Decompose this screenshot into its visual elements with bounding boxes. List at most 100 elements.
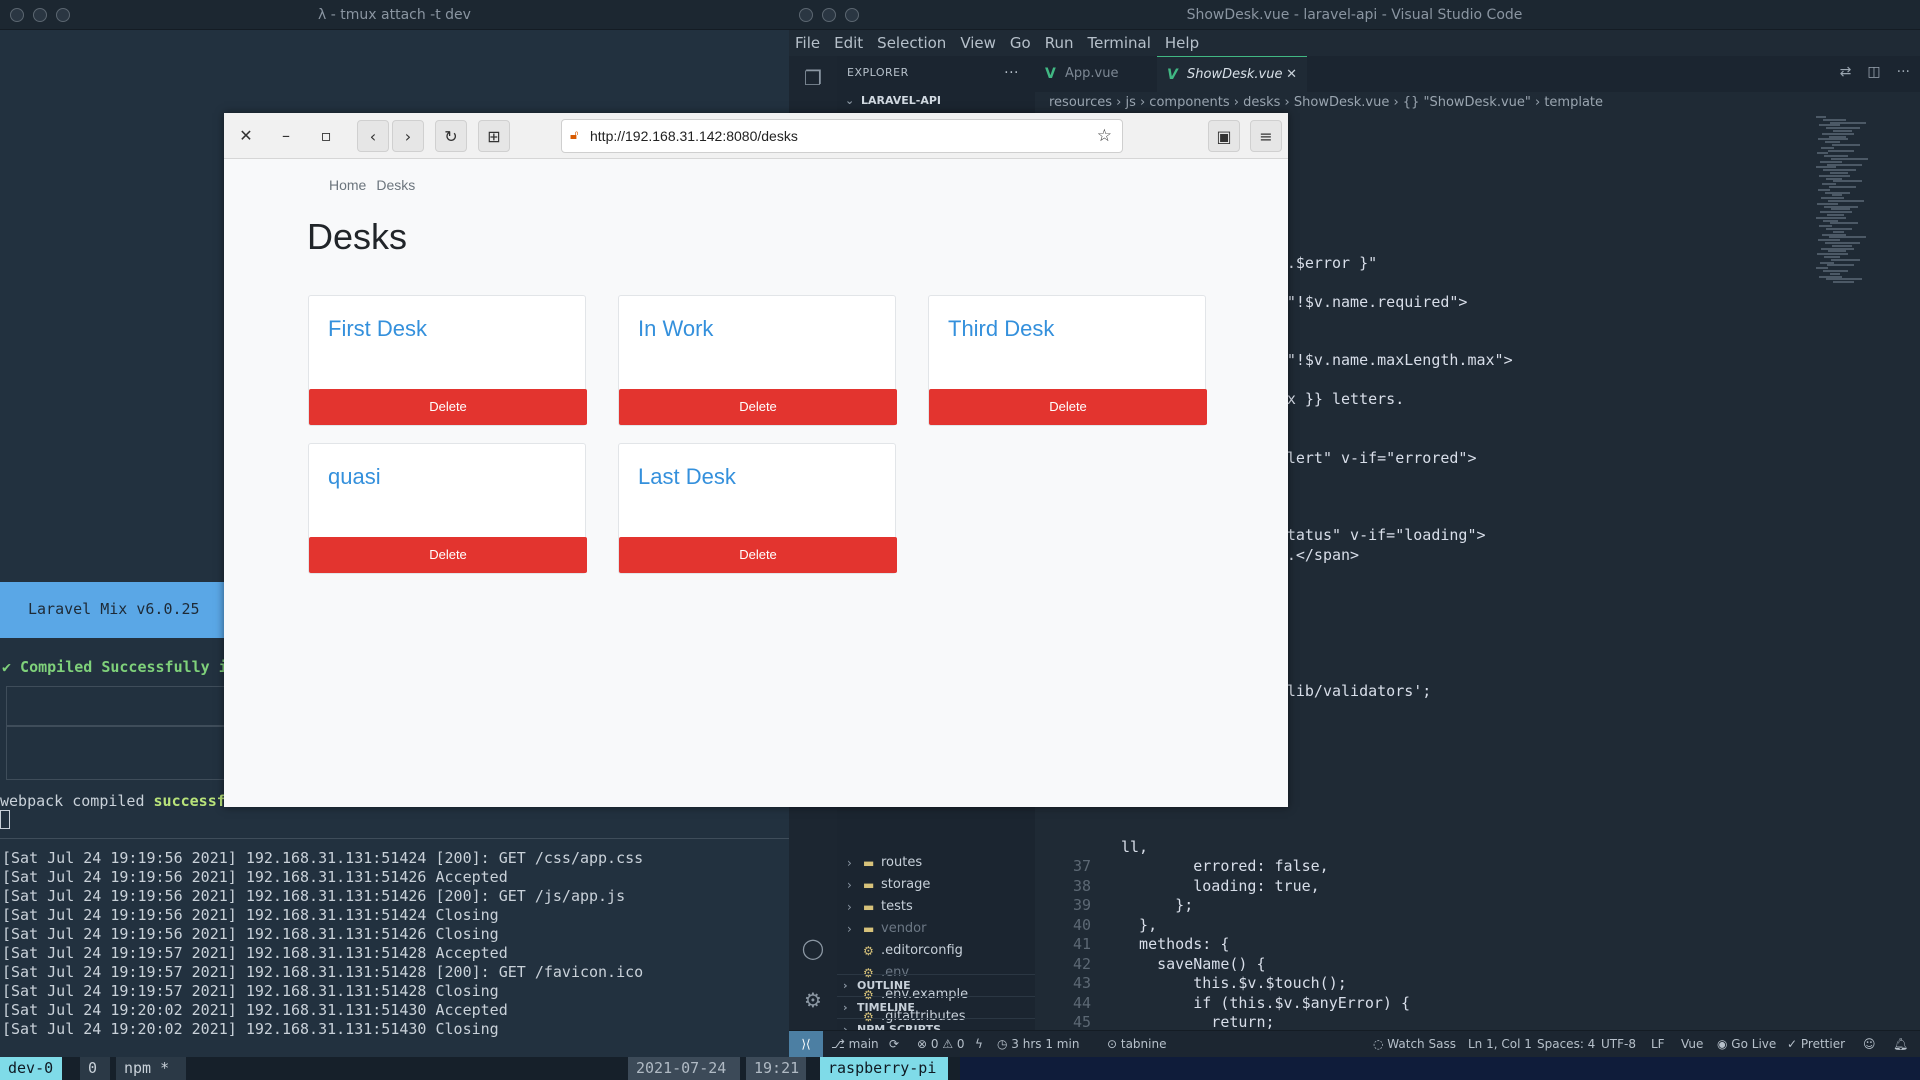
desk-name-link[interactable]: quasi [328,464,381,490]
problems-item[interactable]: ⊗ 0 ⚠ 0 [917,1031,965,1057]
desk-name-link[interactable]: Third Desk [948,316,1054,342]
encoding[interactable]: UTF-8 [1601,1031,1636,1057]
tree-item-label: vendor [881,921,927,936]
sync-icon[interactable]: ⟳ [889,1031,899,1057]
tabnine-item[interactable]: ⊙ tabnine [1107,1031,1166,1057]
minimap-line [1824,155,1848,158]
prettier-label: Prettier [1800,1037,1846,1051]
lightning-icon[interactable]: ϟ [975,1031,983,1057]
line-number: 41 [1072,935,1091,954]
maximize-icon[interactable]: ▫ [310,120,342,152]
tab-app-vue[interactable]: V App.vue [1035,56,1157,92]
outline-section[interactable]: › OUTLINE [837,974,1035,996]
sidebar-toggle-button[interactable]: ▣ [1208,120,1240,152]
log-line: [Sat Jul 24 19:19:57 2021] 192.168.31.13… [2,982,499,1000]
delete-button[interactable]: Delete [309,389,587,425]
back-button[interactable]: ‹ [357,120,389,152]
tree-item[interactable]: › ▬ vendor [837,918,1035,940]
server-log: [Sat Jul 24 19:19:56 2021] 192.168.31.13… [2,849,643,1039]
reload-button[interactable]: ↻ [435,120,467,152]
close-tab-icon[interactable]: ✕ [1286,57,1297,93]
pane-divider[interactable] [0,838,789,839]
open-changes-icon[interactable]: ⇄ [1840,64,1852,80]
chevron-right-icon: › [843,979,848,992]
minimap-line [1822,233,1846,236]
menu-item[interactable]: View [960,30,996,56]
indentation[interactable]: Spaces: 4 [1537,1031,1595,1057]
menu-item[interactable]: Edit [834,30,863,56]
minimap-line [1816,166,1836,169]
desk-card: quasi Delete [308,443,587,574]
tab-showdesk-vue[interactable]: V ShowDesk.vue ✕ [1157,56,1307,92]
code-text: return; [1121,1013,1275,1032]
desk-card: Third Desk Delete [928,295,1207,426]
branch-item[interactable]: ⎇ main [831,1031,879,1057]
hamburger-menu-button[interactable]: ≡ [1250,120,1282,152]
page-title: Desks [307,216,408,257]
desk-name-link[interactable]: First Desk [328,316,427,342]
code-text: this.$v.$touch(); [1121,974,1347,993]
menu-item[interactable]: Selection [877,30,946,56]
menu-item[interactable]: Help [1165,30,1199,56]
tab-label: App.vue [1065,66,1119,81]
new-tab-button[interactable]: ⊞ [478,120,510,152]
close-icon[interactable]: ✕ [230,120,262,152]
tree-item[interactable]: › ▬ tests [837,896,1035,918]
prettier-item[interactable]: ✓ Prettier [1787,1031,1845,1057]
forward-button[interactable]: › [392,120,424,152]
remote-icon[interactable]: ⟩⟨ [789,1031,823,1057]
url-bar[interactable]: 🔓︎ http://192.168.31.142:8080/desks ☆ [561,119,1123,153]
breadcrumb-desks[interactable]: Desks [376,177,415,193]
bookmark-star-icon[interactable]: ☆ [1097,126,1112,146]
more-actions-icon[interactable]: ··· [1897,64,1910,80]
delete-button[interactable]: Delete [619,389,897,425]
desk-card: In Work Delete [618,295,897,426]
tree-item[interactable]: ⚙ .editorconfig [837,940,1035,962]
minimap-line [1820,160,1842,163]
code-text: saveName() { [1121,954,1266,973]
timeline-section[interactable]: › TIMELINE [837,996,1035,1018]
more-actions-icon[interactable]: ··· [1004,56,1019,90]
watch-sass-item[interactable]: ◌ Watch Sass [1373,1031,1456,1057]
menu-item[interactable]: Go [1010,30,1031,56]
menu-item[interactable]: Run [1045,30,1074,56]
vue-file-icon: V [1045,66,1056,82]
notifications-bell-icon[interactable]: 🔔︎ [1893,1031,1908,1057]
desk-name-link[interactable]: Last Desk [638,464,736,490]
feedback-icon[interactable]: ☺ [1863,1031,1876,1057]
time-tracker[interactable]: ◷ 3 hrs 1 min [997,1031,1079,1057]
minimap-line [1829,236,1866,239]
log-line: [Sat Jul 24 19:19:56 2021] 192.168.31.13… [2,906,499,924]
insecure-lock-icon[interactable]: 🔓︎ [570,128,586,144]
minimap[interactable] [1810,116,1920,286]
desk-name-link[interactable]: In Work [638,316,713,342]
end-of-line[interactable]: LF [1651,1031,1665,1057]
minimap-line [1828,200,1864,202]
language-mode[interactable]: Vue [1681,1031,1703,1057]
breadcrumb-home[interactable]: Home [329,177,366,193]
minimize-icon[interactable]: – [270,120,302,152]
split-editor-icon[interactable]: ◫ [1867,64,1880,80]
delete-button[interactable]: Delete [309,537,587,573]
cursor-position[interactable]: Ln 1, Col 1 [1468,1031,1532,1057]
compiled-message: ✔ Compiled Successfully i [2,658,228,676]
terminal-table-box [6,726,226,780]
go-live-item[interactable]: ◉ Go Live [1717,1031,1776,1057]
tree-item[interactable]: › ▬ routes [837,852,1035,874]
menu-item[interactable]: File [795,30,820,56]
url-text[interactable]: http://192.168.31.142:8080/desks [590,128,798,144]
account-icon[interactable]: ◯ [801,936,825,960]
project-folder[interactable]: ⌄ LARAVEL-API [837,90,1035,112]
tree-item[interactable]: › ▬ storage [837,874,1035,896]
code-line: 42 saveName() { [1035,955,1266,974]
delete-button[interactable]: Delete [619,537,897,573]
minimap-line [1825,242,1860,244]
line-number: 42 [1072,954,1091,973]
settings-gear-icon[interactable]: ⚙ [801,988,825,1012]
explorer-icon[interactable]: ❐ [801,66,825,90]
delete-button[interactable]: Delete [929,389,1207,425]
breadcrumb[interactable]: resources › js › components › desks › Sh… [1035,92,1920,114]
menu-item[interactable]: Terminal [1088,30,1151,56]
page-content: Home Desks Desks First Desk Delete In Wo… [224,159,1288,807]
webpack-result: successf [153,792,226,810]
